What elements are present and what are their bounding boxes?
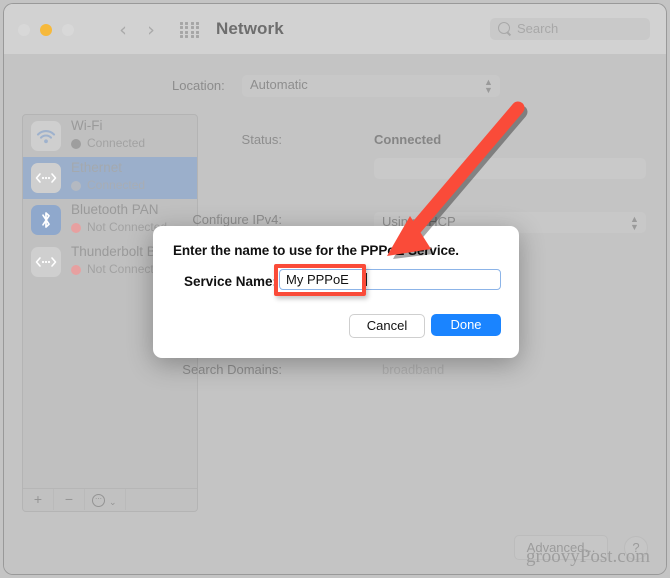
sidebar-item-wifi[interactable]: Wi-Fi Connected xyxy=(23,115,197,157)
search-input[interactable]: Search xyxy=(490,18,650,40)
forward-chevron-icon[interactable]: › xyxy=(142,20,160,40)
bluetooth-glyph xyxy=(42,212,50,228)
wifi-arcs xyxy=(36,130,56,144)
minimize-window-button[interactable] xyxy=(40,24,52,36)
service-name-label: Service Name: xyxy=(184,274,278,289)
sidebar-item-label: Thunderbolt B xyxy=(71,244,156,259)
status-dot xyxy=(71,265,81,275)
service-actions-menu-button[interactable]: ⋯ ⌄ xyxy=(85,489,126,510)
configure-ipv4-label: Configure IPv4: xyxy=(192,212,282,227)
sidebar-item-status: Connected xyxy=(87,178,146,192)
bluetooth-icon xyxy=(31,205,61,235)
show-all-grid-icon[interactable] xyxy=(180,22,200,38)
status-dot xyxy=(71,181,81,191)
status-detail-box xyxy=(374,158,646,179)
add-service-button[interactable]: + xyxy=(23,489,54,510)
status-dot xyxy=(71,223,81,233)
back-chevron-icon[interactable]: ‹ xyxy=(114,20,132,40)
status-dot xyxy=(71,139,81,149)
chevron-down-icon: ⌄ xyxy=(109,497,117,507)
watermark: groovyPost.com xyxy=(525,546,650,567)
search-domains-row: Search Domains: broadband xyxy=(182,362,648,384)
sidebar-item-status: Connected xyxy=(87,136,146,150)
sidebar-item-label: Wi-Fi xyxy=(71,118,103,133)
window-titlebar: ‹ › Network Search xyxy=(4,4,666,55)
chevron-up-down-icon: ▲ ▼ xyxy=(484,77,493,95)
screenshot-root: ‹ › Network Search Location: Automatic ▲… xyxy=(0,0,670,578)
status-row: Status: Connected xyxy=(204,132,648,154)
status-label: Status: xyxy=(241,132,282,147)
text-caret xyxy=(366,273,367,286)
sidebar-item-label: Bluetooth PAN xyxy=(71,202,159,217)
search-icon xyxy=(498,22,510,34)
ethernet-glyph xyxy=(35,257,57,267)
done-button[interactable]: Done xyxy=(431,314,501,336)
wifi-icon xyxy=(31,121,61,151)
zoom-window-button[interactable] xyxy=(62,24,74,36)
ellipsis-circle-icon: ⋯ xyxy=(92,494,105,507)
chevron-up-down-icon: ▲ ▼ xyxy=(630,214,639,232)
remove-service-button[interactable]: − xyxy=(54,489,85,510)
search-domains-label: Search Domains: xyxy=(182,362,282,377)
search-domains-value: broadband xyxy=(382,362,445,377)
sidebar-item-label: Ethernet xyxy=(71,160,123,175)
status-value: Connected xyxy=(374,132,442,147)
ethernet-glyph xyxy=(35,173,57,183)
location-select[interactable]: Automatic ▲ ▼ xyxy=(242,75,500,97)
page-title: Network xyxy=(216,19,284,38)
highlight-rectangle-annotation xyxy=(274,264,366,296)
ethernet-icon xyxy=(31,163,61,193)
location-label: Location: xyxy=(172,78,225,93)
dialog-title: Enter the name to use for the PPPoE Serv… xyxy=(173,243,459,258)
location-value: Automatic xyxy=(250,77,308,92)
location-row: Location: Automatic ▲ ▼ xyxy=(4,75,666,98)
sidebar-item-ethernet[interactable]: Ethernet Connected xyxy=(23,157,197,199)
close-window-button[interactable] xyxy=(18,24,30,36)
cancel-button[interactable]: Cancel xyxy=(349,314,425,338)
search-placeholder: Search xyxy=(517,21,559,36)
ethernet-icon xyxy=(31,247,61,277)
sidebar-toolbar: + − ⋯ ⌄ xyxy=(23,488,197,511)
status-detail-row xyxy=(204,158,648,180)
